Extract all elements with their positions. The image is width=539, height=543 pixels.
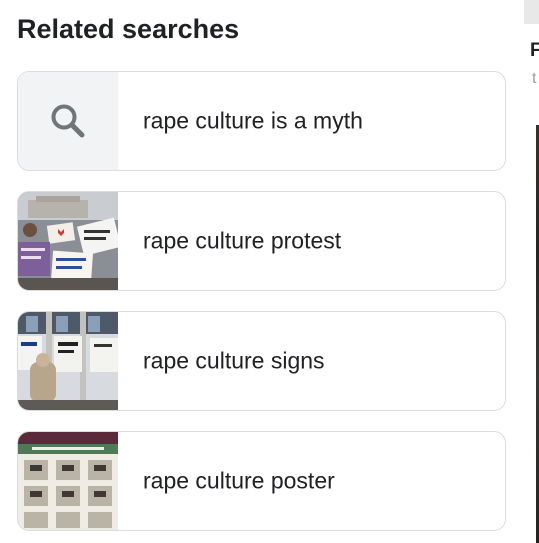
related-search-card-myth[interactable]: rape culture is a myth [17,71,506,171]
related-search-label: rape culture is a myth [143,107,363,134]
protest-photo-thumbnail [18,192,118,290]
related-search-label: rape culture protest [143,227,342,254]
related-searches-page: Related searches rape culture is a myth [0,0,539,543]
right-column-partial: F t [524,0,539,543]
right-column-top-bar [524,0,539,24]
related-search-card-protest[interactable]: rape culture protest [17,191,506,291]
poster-image-thumbnail [18,432,118,530]
related-searches-heading: Related searches [17,14,240,44]
related-search-label: rape culture poster [143,467,335,494]
related-search-card-poster[interactable]: rape culture poster [17,431,506,531]
search-thumbnail [18,72,118,170]
search-icon [48,101,88,141]
related-search-label: rape culture signs [143,347,325,374]
signs-photo-thumbnail [18,312,118,410]
right-column-subtext-fragment: t [532,70,537,87]
right-column-heading-fragment: F [530,40,539,61]
related-search-card-signs[interactable]: rape culture signs [17,311,506,411]
